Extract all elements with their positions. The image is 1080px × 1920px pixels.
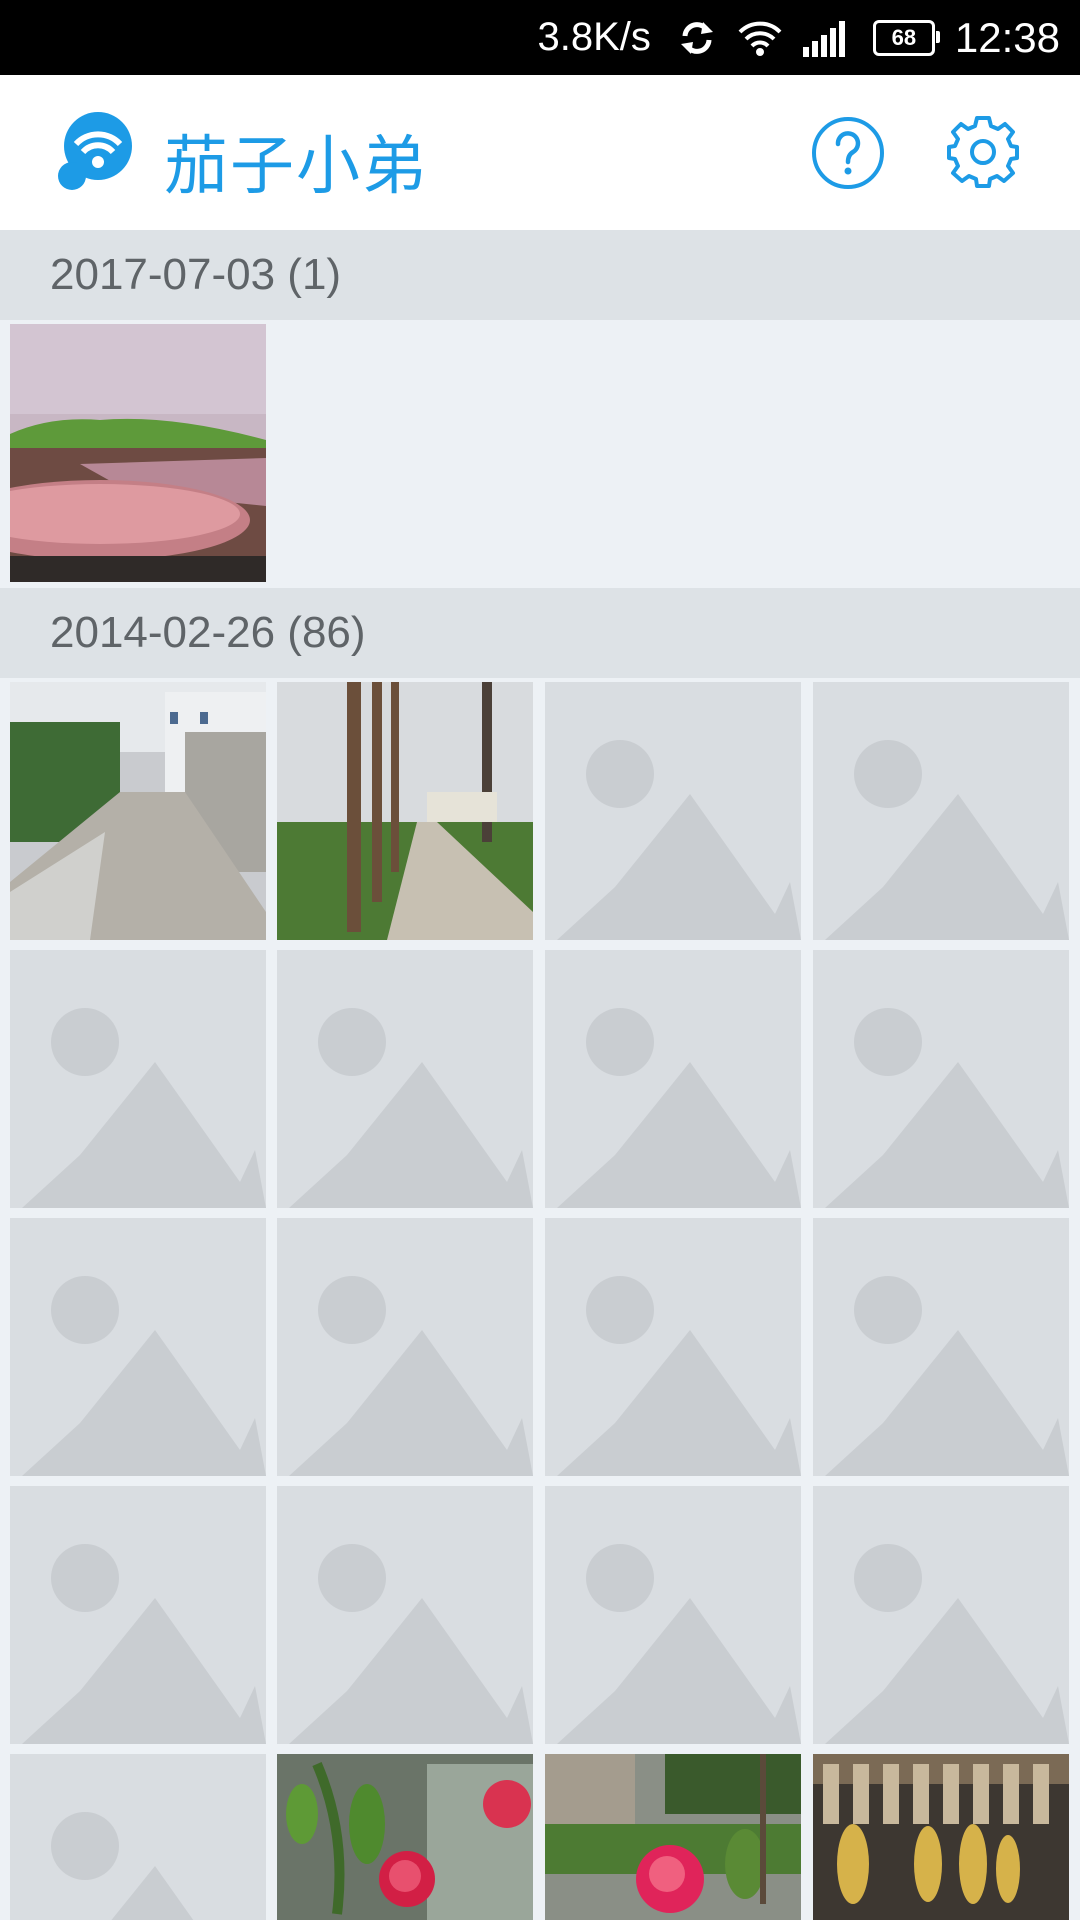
- image-placeholder-icon[interactable]: [545, 950, 801, 1208]
- battery-icon: 68: [872, 19, 940, 56]
- image-placeholder-icon[interactable]: [277, 1486, 533, 1744]
- clock: 12:38: [954, 13, 1060, 61]
- wifi-icon: [737, 18, 783, 58]
- settings-button[interactable]: [944, 113, 1022, 191]
- image-placeholder-icon[interactable]: [545, 1486, 801, 1744]
- image-placeholder-icon[interactable]: [10, 1218, 266, 1476]
- image-placeholder-icon[interactable]: [813, 682, 1069, 940]
- network-speed: 3.8K/s: [537, 15, 651, 59]
- image-placeholder-icon[interactable]: [10, 1486, 266, 1744]
- gear-icon: [947, 116, 1019, 188]
- wifi-bubble-logo-icon: [56, 108, 134, 198]
- sync-icon: [677, 18, 717, 58]
- image-placeholder-icon[interactable]: [813, 950, 1069, 1208]
- image-placeholder-icon[interactable]: [10, 1754, 266, 1920]
- help-icon: [812, 117, 884, 189]
- app-bar: 茄子小弟: [0, 75, 1080, 233]
- photo-thumbnail[interactable]: [277, 1754, 533, 1920]
- section-date-label: 2014-02-26 (86): [50, 608, 366, 657]
- status-bar: 3.8K/s 68 12:38: [0, 0, 1080, 75]
- image-placeholder-icon[interactable]: [277, 1218, 533, 1476]
- image-placeholder-icon[interactable]: [545, 1218, 801, 1476]
- date-section-header[interactable]: 2017-07-03 (1): [0, 230, 1080, 320]
- image-placeholder-icon[interactable]: [277, 950, 533, 1208]
- photo-thumbnail[interactable]: [545, 1754, 801, 1920]
- photo-thumbnail[interactable]: [10, 324, 266, 582]
- app-title: 茄子小弟: [164, 130, 428, 204]
- image-placeholder-icon[interactable]: [813, 1486, 1069, 1744]
- photo-thumbnail[interactable]: [813, 1754, 1069, 1920]
- image-placeholder-icon[interactable]: [545, 682, 801, 940]
- help-button[interactable]: [810, 115, 886, 191]
- photo-thumbnail[interactable]: [277, 682, 533, 940]
- photo-thumbnail[interactable]: [10, 682, 266, 940]
- section-date-label: 2017-07-03 (1): [50, 250, 342, 299]
- image-placeholder-icon[interactable]: [813, 1218, 1069, 1476]
- signal-icon: [802, 19, 853, 57]
- image-placeholder-icon[interactable]: [10, 950, 266, 1208]
- battery-level: 68: [891, 24, 917, 50]
- date-section-header[interactable]: 2014-02-26 (86): [0, 588, 1080, 678]
